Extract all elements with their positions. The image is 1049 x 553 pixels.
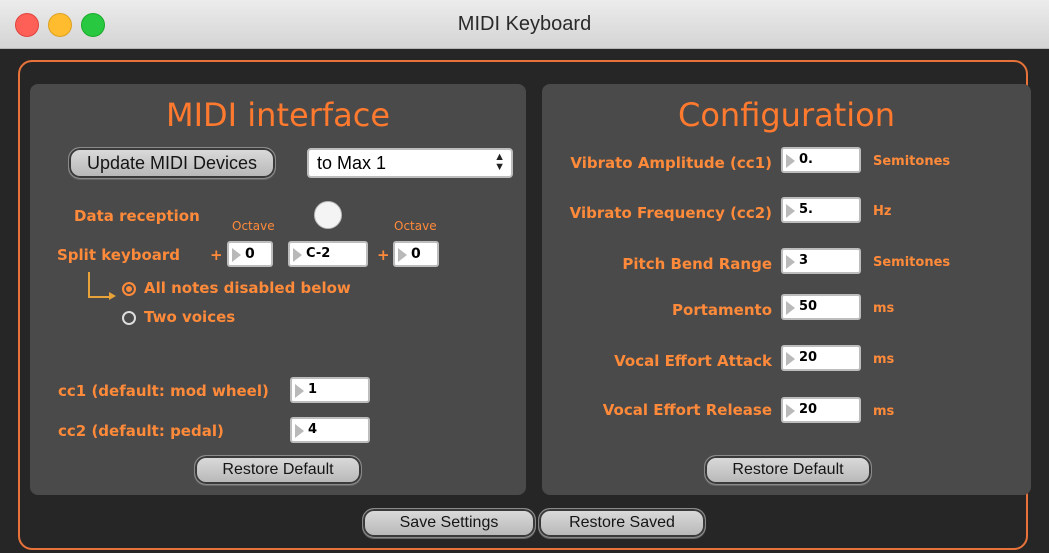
cc2-label: cc2 (default: pedal)	[58, 422, 224, 440]
pitch-bend-range-unit: Semitones	[873, 255, 951, 270]
portamento-label: Portamento	[672, 301, 772, 319]
portamento-unit: ms	[873, 301, 895, 316]
octave-right-number[interactable]: 0	[393, 241, 439, 267]
octave-label-left: Octave	[232, 219, 275, 233]
pitch-bend-range-number[interactable]: 3	[781, 248, 861, 274]
octave-label-right: Octave	[394, 219, 437, 233]
octave-left-plus: +	[210, 246, 223, 264]
cc2-number[interactable]: 4	[290, 417, 370, 443]
number-triangle-icon	[786, 255, 795, 269]
vocal-effort-attack-number[interactable]: 20	[781, 345, 861, 371]
octave-right-plus: +	[377, 246, 390, 264]
cc1-number[interactable]: 1	[290, 377, 370, 403]
number-triangle-icon	[786, 301, 795, 315]
restore-default-midi-button[interactable]: Restore Default	[194, 455, 362, 485]
vocal-effort-release-label: Vocal Effort Release	[602, 401, 772, 419]
number-triangle-icon	[786, 352, 795, 366]
cc1-label: cc1 (default: mod wheel)	[58, 382, 269, 400]
number-triangle-icon	[295, 384, 304, 398]
number-triangle-icon	[398, 248, 407, 262]
midi-device-select-value: to Max 1	[317, 153, 387, 173]
radio-all-notes-disabled-label: All notes disabled below	[144, 279, 351, 297]
split-keyboard-label: Split keyboard	[57, 246, 181, 264]
vibrato-amplitude-label: Vibrato Amplitude (cc1)	[570, 154, 772, 172]
number-triangle-icon	[293, 248, 302, 262]
number-triangle-icon	[786, 404, 795, 418]
number-triangle-icon	[295, 424, 304, 438]
split-connector-arrow-icon	[109, 292, 116, 300]
number-triangle-icon	[232, 248, 241, 262]
configuration-panel: Configuration	[542, 84, 1031, 495]
radio-two-voices[interactable]	[122, 311, 136, 325]
radio-all-notes-disabled[interactable]	[122, 282, 136, 296]
vibrato-amplitude-unit: Semitones	[873, 154, 951, 169]
vibrato-amplitude-number[interactable]: 0.	[781, 147, 861, 173]
restore-default-config-button[interactable]: Restore Default	[704, 455, 872, 485]
midi-device-select[interactable]: to Max 1 ▲ ▼	[307, 148, 513, 178]
vocal-effort-release-number[interactable]: 20	[781, 397, 861, 423]
data-reception-label: Data reception	[74, 207, 200, 225]
midi-interface-title: MIDI interface	[165, 96, 390, 134]
select-arrows-icon: ▲ ▼	[494, 151, 505, 173]
vibrato-frequency-label: Vibrato Frequency (cc2)	[569, 204, 772, 222]
vocal-effort-attack-label: Vocal Effort Attack	[614, 352, 772, 370]
number-triangle-icon	[786, 204, 795, 218]
window-title: MIDI Keyboard	[457, 13, 592, 35]
portamento-number[interactable]: 50	[781, 294, 861, 320]
number-triangle-icon	[786, 154, 795, 168]
vocal-effort-release-unit: ms	[873, 404, 895, 419]
configuration-title: Configuration	[677, 96, 895, 134]
save-settings-button[interactable]: Save Settings	[362, 508, 536, 538]
split-note-number[interactable]: C-2	[288, 241, 368, 267]
vibrato-frequency-unit: Hz	[873, 204, 892, 219]
update-midi-devices-button[interactable]: Update MIDI Devices	[68, 147, 276, 179]
restore-saved-button[interactable]: Restore Saved	[538, 508, 706, 538]
pitch-bend-range-label: Pitch Bend Range	[622, 255, 772, 273]
data-reception-indicator	[314, 201, 342, 229]
title-bar: MIDI Keyboard	[0, 0, 1049, 49]
vocal-effort-attack-unit: ms	[873, 352, 895, 367]
vibrato-frequency-number[interactable]: 5.	[781, 197, 861, 223]
octave-left-number[interactable]: 0	[227, 241, 273, 267]
radio-two-voices-label: Two voices	[144, 308, 236, 326]
